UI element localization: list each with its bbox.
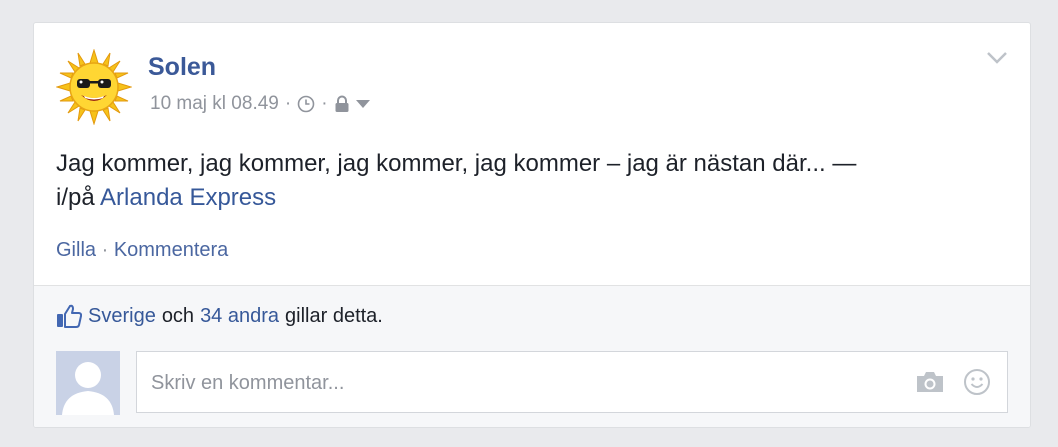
- likes-conjunction: och: [161, 304, 195, 327]
- emoji-icon[interactable]: [963, 368, 991, 396]
- like-button[interactable]: Gilla: [56, 239, 96, 261]
- meta-separator: ·: [284, 93, 292, 114]
- location-prefix: i/på: [56, 184, 95, 211]
- post-footer: Sverige och 34 andra gillar detta.: [34, 285, 1030, 427]
- others-link[interactable]: 34 andra: [200, 305, 279, 328]
- caret-down-icon: [355, 100, 370, 108]
- comment-input[interactable]: [149, 352, 893, 414]
- clock-icon: [297, 95, 315, 113]
- likes-suffix: gillar detta.: [285, 304, 383, 327]
- privacy-selector[interactable]: [334, 95, 370, 113]
- post-meta: 10 maj kl 08.49 · ·: [150, 93, 370, 115]
- post-header: Solen 10 maj kl 08.49 · ·: [56, 49, 956, 129]
- likes-summary: Sverige och 34 andra gillar detta.: [56, 304, 383, 328]
- post-actions: Gilla · Kommentera: [56, 239, 228, 262]
- lock-icon: [335, 95, 349, 112]
- action-separator: ·: [101, 239, 109, 261]
- chevron-down-icon[interactable]: [986, 51, 1008, 65]
- location-link[interactable]: Arlanda Express: [100, 184, 276, 211]
- liker-link[interactable]: Sverige: [88, 305, 156, 328]
- post-body: Jag kommer, jag kommer, jag kommer, jag …: [56, 147, 996, 215]
- user-avatar[interactable]: [56, 351, 120, 415]
- post-card: Solen 10 maj kl 08.49 · · Jag kommer, ja…: [33, 22, 1031, 428]
- thumbs-up-icon: [57, 304, 82, 328]
- author-name[interactable]: Solen: [148, 53, 216, 82]
- comment-button[interactable]: Kommentera: [114, 239, 229, 261]
- meta-separator: ·: [321, 93, 328, 114]
- camera-icon[interactable]: [915, 370, 945, 394]
- post-message: Jag kommer, jag kommer, jag kommer, jag …: [56, 150, 857, 177]
- sun-avatar[interactable]: [56, 49, 132, 125]
- comment-box: [136, 351, 1008, 414]
- post-timestamp[interactable]: 10 maj kl 08.49: [150, 93, 279, 115]
